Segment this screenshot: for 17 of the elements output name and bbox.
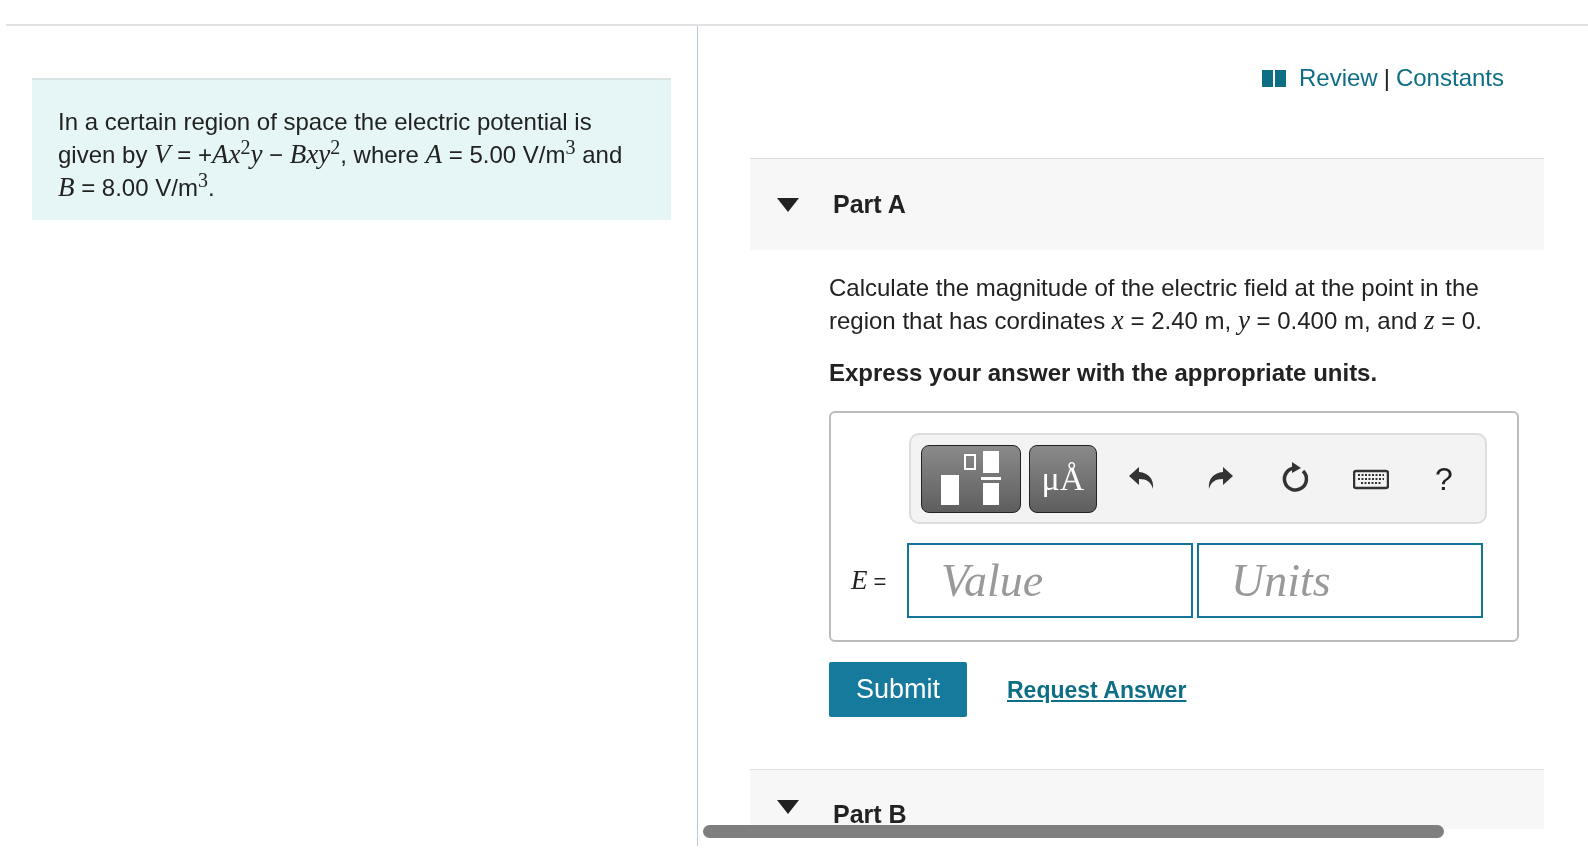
part-title: Part A <box>833 190 906 219</box>
units-button[interactable]: μÅ <box>1029 444 1097 513</box>
input-field[interactable]: Value <box>907 543 1193 618</box>
help-button[interactable]: ? <box>1435 462 1453 495</box>
request-answer-link[interactable]: Request Answer <box>1007 673 1187 706</box>
link[interactable]: Review <box>1299 64 1378 92</box>
answer-label: E = <box>851 563 888 597</box>
part-header[interactable]: Part B <box>750 769 1544 829</box>
part-header[interactable]: Part A <box>750 158 1544 250</box>
part-title: Part B <box>833 800 907 829</box>
link[interactable]: Constants <box>1395 64 1504 92</box>
input-field[interactable]: Units <box>1197 543 1483 618</box>
separator: | <box>1383 64 1390 92</box>
submit-button[interactable]: Submit <box>829 662 967 717</box>
problem-statement: In a certain region of space the electric potential is given by V = +Ax$^{2}$y − Bxy$^{2}$, where A = 5.00 V/m$^{3}$ and B = 8.00 V/m$^{3}$. <box>32 78 671 220</box>
instruction-text: Express your answer with the appropriate units. <box>829 358 1379 388</box>
question-text: Calculate the magnitude of the electric field at the point in the region that has cordinates x = 2.40 m, y = 0.400 m, and z = 0. <box>829 273 1483 337</box>
